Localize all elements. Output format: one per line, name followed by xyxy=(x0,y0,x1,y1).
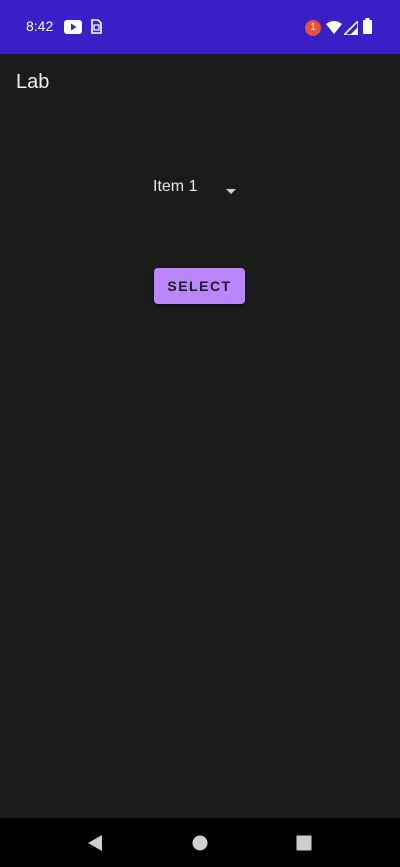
navigation-bar xyxy=(0,818,400,867)
spinner-selected-value: Item 1 xyxy=(153,178,198,195)
recents-icon[interactable] xyxy=(296,835,312,855)
sim-icon xyxy=(90,19,102,38)
screen: 8:42 1 Lab Item 1 SELECT xyxy=(0,0,400,867)
dropdown-arrow-icon xyxy=(226,180,236,199)
app-title: Lab xyxy=(16,71,50,93)
signal-icon xyxy=(342,19,359,39)
home-icon[interactable] xyxy=(192,835,208,855)
item-spinner[interactable]: Item 1 xyxy=(152,172,252,202)
status-time: 8:42 xyxy=(26,18,54,34)
select-button[interactable]: SELECT xyxy=(154,268,245,304)
battery-icon xyxy=(363,18,372,38)
youtube-icon xyxy=(64,19,82,38)
notification-badge: 1 xyxy=(305,20,321,36)
wifi-icon xyxy=(326,20,342,39)
back-icon[interactable] xyxy=(88,835,102,855)
status-bar: 8:42 1 xyxy=(0,0,400,54)
